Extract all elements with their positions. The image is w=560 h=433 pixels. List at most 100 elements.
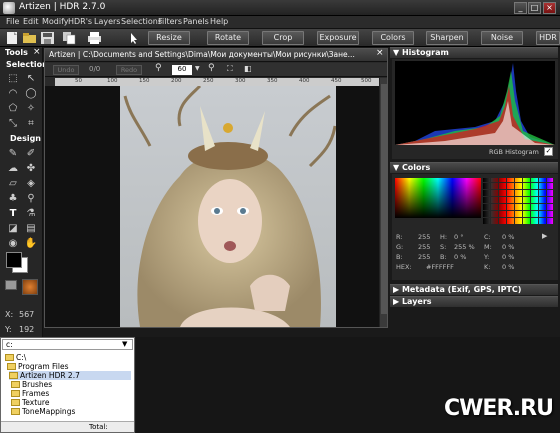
menu-help[interactable]: Help: [210, 17, 228, 26]
metadata-panel-header[interactable]: ▶ Metadata (Exif, GPS, IPTC): [390, 284, 558, 295]
pencil-icon[interactable]: ✐: [24, 148, 38, 160]
fit-screen-icon[interactable]: ⛶: [227, 64, 233, 74]
tree-item[interactable]: ToneMappings: [11, 407, 75, 416]
menu-modify[interactable]: Modify: [42, 17, 69, 26]
tree-item[interactable]: Texture: [11, 398, 49, 407]
gradient-icon[interactable]: ▤: [24, 223, 38, 235]
app-icon: [3, 2, 15, 14]
texture-swatch[interactable]: [22, 279, 38, 295]
ruler-tick: 500: [361, 78, 372, 84]
ruler-tick: 400: [299, 78, 310, 84]
move-icon[interactable]: ↖: [24, 73, 38, 85]
tree-item[interactable]: C:\: [5, 353, 26, 362]
close-icon[interactable]: ×: [33, 47, 41, 57]
redo-button[interactable]: Redo: [116, 65, 142, 75]
color-swatches-grid[interactable]: [483, 178, 553, 224]
polygon-select-icon[interactable]: ⬠: [6, 103, 20, 115]
cyan-value: 0 %: [502, 233, 515, 241]
yellow-label: Y:: [484, 253, 490, 261]
print-icon[interactable]: [87, 31, 102, 45]
layers-title: Layers: [401, 297, 432, 306]
menu-panels[interactable]: Panels: [183, 17, 209, 26]
zoom-tool-icon[interactable]: ⚲: [24, 193, 38, 205]
smudge-icon[interactable]: ☁: [6, 163, 20, 175]
pointer-icon[interactable]: [126, 31, 141, 45]
histogram-checkbox[interactable]: ✓: [544, 147, 553, 156]
magic-wand-icon[interactable]: ✧: [24, 103, 38, 115]
minimize-button[interactable]: _: [514, 2, 527, 14]
document-title: Artizen | C:\Documents and Settings\Dima…: [49, 50, 355, 59]
crop-button[interactable]: Crop: [262, 31, 304, 45]
layers-panel-header[interactable]: ▶ Layers: [390, 296, 558, 307]
document-window: Artizen | C:\Documents and Settings\Dima…: [44, 48, 388, 328]
metadata-title: Metadata (Exif, GPS, IPTC): [401, 285, 522, 294]
brush-icon[interactable]: ✎: [6, 148, 20, 160]
open-folder-icon[interactable]: [22, 31, 37, 45]
shape-icon[interactable]: ◪: [6, 223, 20, 235]
colors-title: Colors: [401, 163, 431, 172]
rect-select-icon[interactable]: ⬚: [6, 73, 20, 85]
close-button[interactable]: ×: [543, 2, 556, 14]
vertical-scrollbar[interactable]: [379, 78, 387, 327]
color-spectrum-picker[interactable]: [395, 178, 481, 218]
tree-item-selected[interactable]: Artizen HDR 2.7: [9, 371, 131, 380]
noise-button[interactable]: Noise: [481, 31, 523, 45]
hdr-button[interactable]: HDR: [536, 31, 560, 45]
image-canvas[interactable]: [45, 86, 379, 327]
menu-selections[interactable]: Selections: [121, 17, 162, 26]
text-tool-icon[interactable]: T: [6, 208, 20, 220]
foreground-color-swatch[interactable]: [6, 252, 22, 268]
document-toolbar: Undo 0/0 Redo ⚲ 60 ▼ ⚲ ⛶ ◧: [45, 63, 387, 77]
tree-item[interactable]: Frames: [11, 389, 49, 398]
colors-panel-header[interactable]: ▼ Colors: [390, 162, 558, 173]
histogram-title: Histogram: [401, 48, 449, 57]
chevron-down-icon: ▼: [122, 340, 128, 348]
design-section-label: Design: [10, 134, 41, 143]
expand-arrow-icon[interactable]: ▶: [542, 232, 547, 240]
menu-file[interactable]: File: [6, 17, 19, 26]
new-file-icon[interactable]: [5, 31, 20, 45]
maximize-button[interactable]: □: [528, 2, 541, 14]
eye-icon[interactable]: ◉: [6, 238, 20, 250]
clone-icon[interactable]: ✤: [24, 163, 38, 175]
crop-tool-icon[interactable]: ⌗: [24, 118, 38, 130]
histogram-panel-header[interactable]: ▼ Histogram: [390, 47, 558, 58]
lasso-icon[interactable]: ◠: [6, 88, 20, 100]
menu-layers[interactable]: Layers: [94, 17, 120, 26]
scroll-thumb[interactable]: [381, 84, 387, 314]
ruler-tick: 200: [171, 78, 182, 84]
exposure-button[interactable]: Exposure: [317, 31, 359, 45]
zoom-in-icon[interactable]: ⚲: [208, 63, 215, 73]
document-close-icon[interactable]: ×: [376, 48, 384, 58]
stamp-icon[interactable]: ♣: [6, 193, 20, 205]
tree-item[interactable]: Brushes: [11, 380, 52, 389]
rotate-button[interactable]: Rotate: [207, 31, 249, 45]
ellipse-select-icon[interactable]: ◯: [24, 88, 38, 100]
ruler-tick: 300: [235, 78, 246, 84]
eraser-icon[interactable]: ▱: [6, 178, 20, 190]
fill-icon[interactable]: ◈: [24, 178, 38, 190]
hand-icon[interactable]: ✋: [24, 238, 38, 250]
zoom-input[interactable]: 60: [172, 65, 192, 75]
drive-select[interactable]: c: ▼: [2, 339, 133, 350]
transform-icon[interactable]: ⤡: [6, 118, 20, 130]
menu-edit[interactable]: Edit: [23, 17, 39, 26]
title-bar: Artizen | HDR 2.7.0 _ □ ×: [0, 0, 560, 16]
copy-icon[interactable]: [62, 31, 77, 45]
save-icon[interactable]: [40, 31, 55, 45]
menu-hdrs[interactable]: HDR's: [68, 17, 92, 26]
dropper-icon[interactable]: ⚗: [24, 208, 38, 220]
tree-item[interactable]: Program Files: [7, 362, 69, 371]
y-coord-value: 192: [19, 325, 35, 334]
zoom-dropdown-icon[interactable]: ▼: [195, 65, 200, 72]
zoom-out-icon[interactable]: ⚲: [155, 63, 162, 73]
x-coord-value: 567: [19, 310, 35, 319]
red-value: 255: [418, 233, 431, 241]
colors-button[interactable]: Colors: [372, 31, 414, 45]
actual-size-icon[interactable]: ◧: [244, 64, 252, 73]
pattern-swatch[interactable]: [5, 280, 17, 290]
sharpen-button[interactable]: Sharpen: [426, 31, 468, 45]
resize-button[interactable]: Resize: [148, 31, 190, 45]
undo-button[interactable]: Undo: [53, 65, 79, 75]
menu-filters[interactable]: Filters: [158, 17, 182, 26]
